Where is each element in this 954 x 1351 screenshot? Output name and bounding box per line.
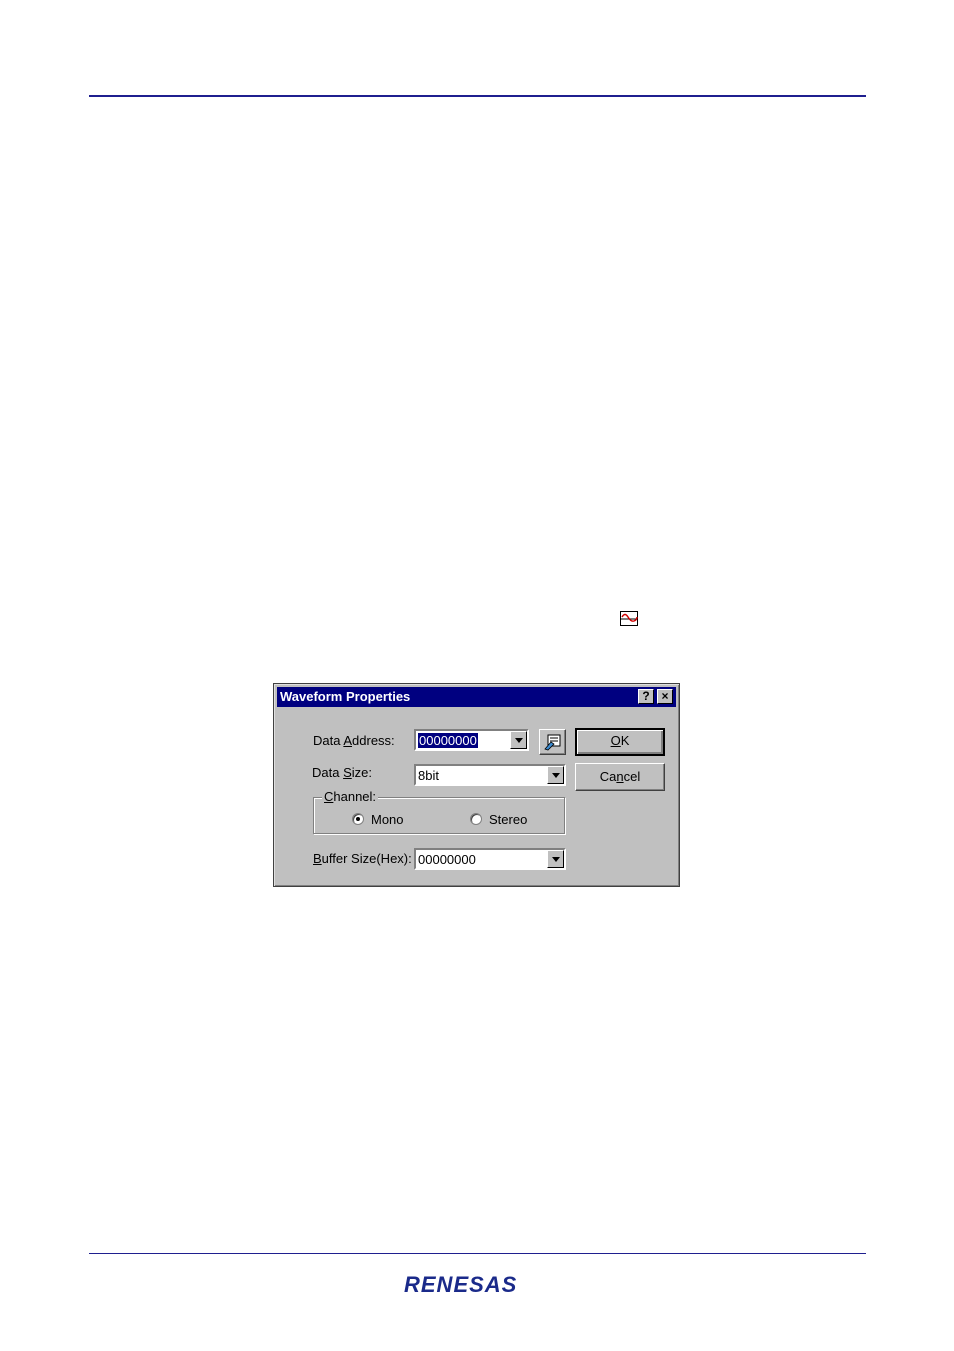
browse-address-button[interactable] xyxy=(539,729,566,755)
mono-radio[interactable] xyxy=(352,813,364,825)
data-address-combobox[interactable]: 00000000 xyxy=(414,729,529,751)
close-button[interactable]: × xyxy=(657,689,673,704)
data-address-value: 00000000 xyxy=(418,733,478,748)
dialog-title: Waveform Properties xyxy=(280,689,411,704)
waveform-icon xyxy=(620,611,638,626)
footer-rule xyxy=(89,1253,866,1254)
data-size-value: 8bit xyxy=(418,768,439,783)
data-size-select[interactable]: 8bit xyxy=(414,764,566,786)
data-size-dropdown-button[interactable] xyxy=(547,766,564,784)
ok-button[interactable]: OK xyxy=(575,728,665,756)
buffer-size-combobox[interactable]: 00000000 xyxy=(414,848,566,870)
buffer-size-dropdown-button[interactable] xyxy=(547,850,564,868)
channel-groupbox: Channel: Mono Stereo xyxy=(313,789,565,834)
data-address-label: Data Address: xyxy=(313,733,395,748)
buffer-size-label: Buffer Size(Hex): xyxy=(313,851,412,866)
waveform-properties-dialog: Waveform Properties ? × Data Address: 00… xyxy=(273,683,680,887)
renesas-logo: RENESAS xyxy=(404,1272,518,1297)
channel-legend: Channel: xyxy=(322,789,379,804)
mono-label[interactable]: Mono xyxy=(371,812,404,827)
help-button[interactable]: ? xyxy=(638,689,654,704)
header-rule xyxy=(89,95,866,97)
data-address-dropdown-button[interactable] xyxy=(510,731,527,749)
cancel-button[interactable]: Cancel xyxy=(575,763,665,791)
buffer-size-value: 00000000 xyxy=(418,852,476,867)
data-size-label: Data Size: xyxy=(312,765,372,780)
dialog-titlebar[interactable]: Waveform Properties ? × xyxy=(277,687,676,707)
stereo-label[interactable]: Stereo xyxy=(489,812,527,827)
stereo-radio[interactable] xyxy=(470,813,482,825)
browse-address-icon xyxy=(543,734,560,751)
